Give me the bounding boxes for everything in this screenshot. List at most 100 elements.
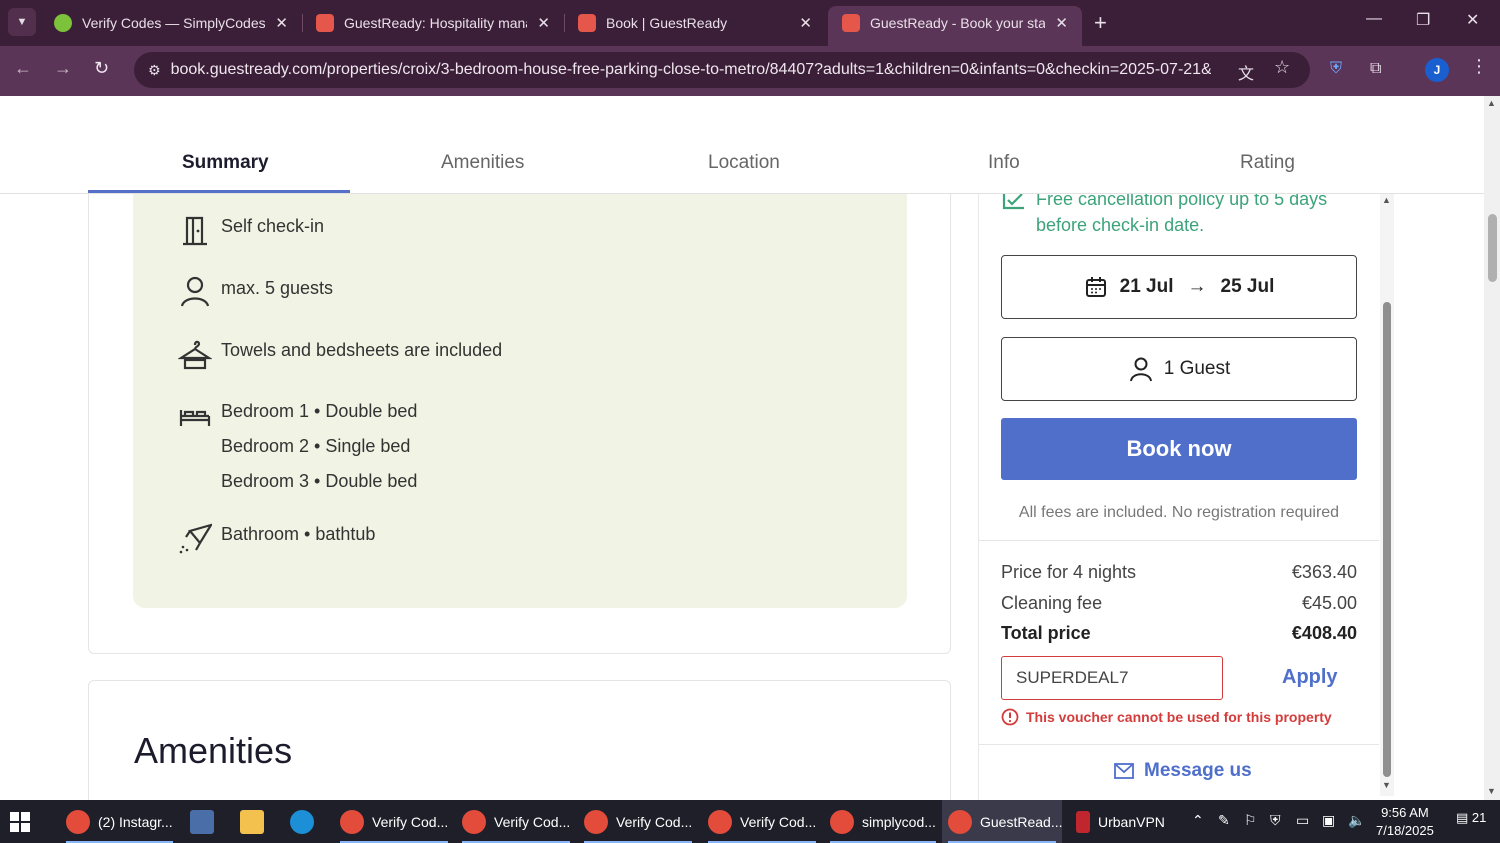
taskbar-verify-codes-3[interactable]: Verify Cod... [578,800,698,843]
network-icon[interactable]: ▣ [1322,812,1335,829]
feature-bedroom-2: Bedroom 2 • Single bed [221,436,411,456]
address-toolbar: ← → ↻ ⚙ book.guestready.com/properties/c… [0,46,1500,96]
url-text[interactable]: book.guestready.com/properties/croix/3-b… [171,61,1211,79]
message-us-button[interactable]: Message us [1114,760,1252,782]
fees-note: All fees are included. No registration r… [1018,504,1340,521]
taskbar-file-explorer[interactable] [240,800,272,843]
taskbar-verify-codes-4[interactable]: Verify Cod... [702,800,822,843]
section-tabs: Summary Amenities Location Info Rating [0,96,1484,194]
chrome-icon [830,809,854,834]
taskbar-instagram[interactable]: (2) Instagr... [60,800,179,843]
guestready-favicon-icon [842,14,860,32]
sidebar-scrollbar[interactable]: ▲ ▼ [1380,192,1394,796]
tab-simplycodes[interactable]: Verify Codes — SimplyCodes ✕ [40,6,302,40]
tab-book-guestready[interactable]: Book | GuestReady ✕ [564,6,826,40]
new-tab-button[interactable]: + [1094,10,1107,36]
error-icon [1001,708,1019,726]
guestready-favicon-icon [578,14,596,32]
forward-arrow-icon[interactable]: → [54,58,72,79]
calendar-icon [1085,277,1106,297]
sidebar-scrollbar-thumb[interactable] [1383,302,1391,777]
taskbar-simplycodes[interactable]: simplycod... [824,800,942,843]
start-button[interactable] [10,800,30,843]
tab-guestready-hospitality[interactable]: GuestReady: Hospitality manag ✕ [302,6,564,40]
close-tab-icon[interactable]: ✕ [537,14,550,32]
back-arrow-icon[interactable]: ← [14,58,32,79]
close-window-icon[interactable]: ✕ [1466,10,1479,30]
clock-date: 7/18/2025 [1376,823,1434,838]
restore-icon[interactable]: ❐ [1416,10,1430,30]
battery-icon[interactable]: ▭ [1296,812,1309,829]
arrow-right-icon: → [1187,276,1207,297]
taskbar-urbanvpn[interactable]: UrbanVPN [1070,800,1171,843]
envelope-icon [1114,763,1134,779]
omnibox[interactable]: ⚙ book.guestready.com/properties/croix/3… [134,52,1310,88]
close-tab-icon[interactable]: ✕ [1055,14,1068,32]
feature-bedroom-1: Bedroom 1 • Double bed [221,401,418,421]
volume-icon[interactable]: 🔈 [1348,812,1365,829]
notification-icon: ▤ [1456,810,1469,825]
site-info-icon[interactable]: ⚙ [148,62,161,79]
chrome-icon [340,809,364,834]
tray-overflow-icon[interactable]: ⌃ [1192,812,1204,829]
taskbar: (2) Instagr... Verify Cod... Verify Cod.… [0,800,1500,843]
tab-rating[interactable]: Rating [1240,152,1295,174]
extensions-puzzle-icon[interactable]: ⧉ [1370,60,1381,78]
feature-bedroom-3: Bedroom 3 • Double bed [221,471,418,491]
close-tab-icon[interactable]: ✕ [275,14,288,32]
minimize-icon[interactable]: — [1366,10,1382,28]
clock-time: 9:56 AM [1381,805,1429,820]
tab-info[interactable]: Info [988,152,1020,174]
urbanvpn-icon [1076,810,1090,833]
price-row-cleaning: Cleaning fee €45.00 [1001,593,1357,613]
active-tab-indicator [88,190,350,193]
page-scrollbar-thumb[interactable] [1488,214,1497,282]
simplycodes-favicon-icon [54,14,72,32]
taskbar-guestready[interactable]: GuestRead... [942,800,1063,843]
notifications-button[interactable]: ▤ 21 [1456,810,1486,826]
profile-avatar[interactable]: J [1425,58,1449,82]
person-icon [1129,357,1152,382]
bed-icon [179,410,211,426]
translate-icon[interactable]: 文 [1238,60,1254,84]
edge-icon [290,809,314,834]
page-scrollbar[interactable]: ▲ ▼ [1484,96,1500,800]
tab-search-button[interactable]: ▼ [8,8,36,36]
taskbar-calculator[interactable] [190,800,222,843]
taskbar-clock[interactable]: 9:56 AM 7/18/2025 [1376,804,1434,840]
person-icon [180,276,210,307]
tab-summary[interactable]: Summary [182,152,269,174]
taskbar-edge[interactable] [290,800,322,843]
feature-bathroom: Bathroom • bathtub [221,524,376,544]
browser-menu-icon[interactable]: ⋮ [1470,56,1488,77]
tab-guestready-book-stay[interactable]: GuestReady - Book your stay | G ✕ [828,6,1082,46]
tab-location[interactable]: Location [708,152,780,174]
vpn-shield-icon[interactable]: ⛨ [1330,60,1342,78]
security-tray-icon[interactable]: ⛨ [1270,812,1281,829]
chrome-icon [948,809,972,834]
pen-icon[interactable]: ✎ [1218,812,1230,829]
reload-icon[interactable]: ↻ [94,58,109,79]
door-icon [183,216,207,246]
browser-tab-bar: ▼ Verify Codes — SimplyCodes ✕ GuestRead… [0,0,1500,46]
voucher-input[interactable] [1001,656,1223,700]
chrome-icon [462,809,486,834]
date-range-picker[interactable]: 21 Jul → 25 Jul [1001,255,1357,319]
feature-max-guests: max. 5 guests [221,278,334,298]
tab-amenities[interactable]: Amenities [441,152,524,174]
bookmark-star-icon[interactable]: ☆ [1274,57,1290,78]
guest-selector[interactable]: 1 Guest [1001,337,1357,401]
checkin-date: 21 Jul [1119,276,1174,297]
page-viewport: Self check-in max. 5 guests Towels and b… [0,96,1484,800]
feature-towels: Towels and bedsheets are included [221,340,503,360]
taskbar-verify-codes-2[interactable]: Verify Cod... [456,800,576,843]
divider [979,744,1379,745]
shower-icon [179,523,212,554]
taskbar-verify-codes-1[interactable]: Verify Cod... [334,800,454,843]
close-tab-icon[interactable]: ✕ [799,14,812,32]
chrome-icon [66,809,90,834]
book-now-button[interactable]: Book now [1001,418,1357,480]
checkout-date: 25 Jul [1220,276,1275,297]
vpn-tray-icon[interactable]: ⚐ [1244,812,1257,829]
apply-voucher-button[interactable]: Apply [1282,666,1338,689]
